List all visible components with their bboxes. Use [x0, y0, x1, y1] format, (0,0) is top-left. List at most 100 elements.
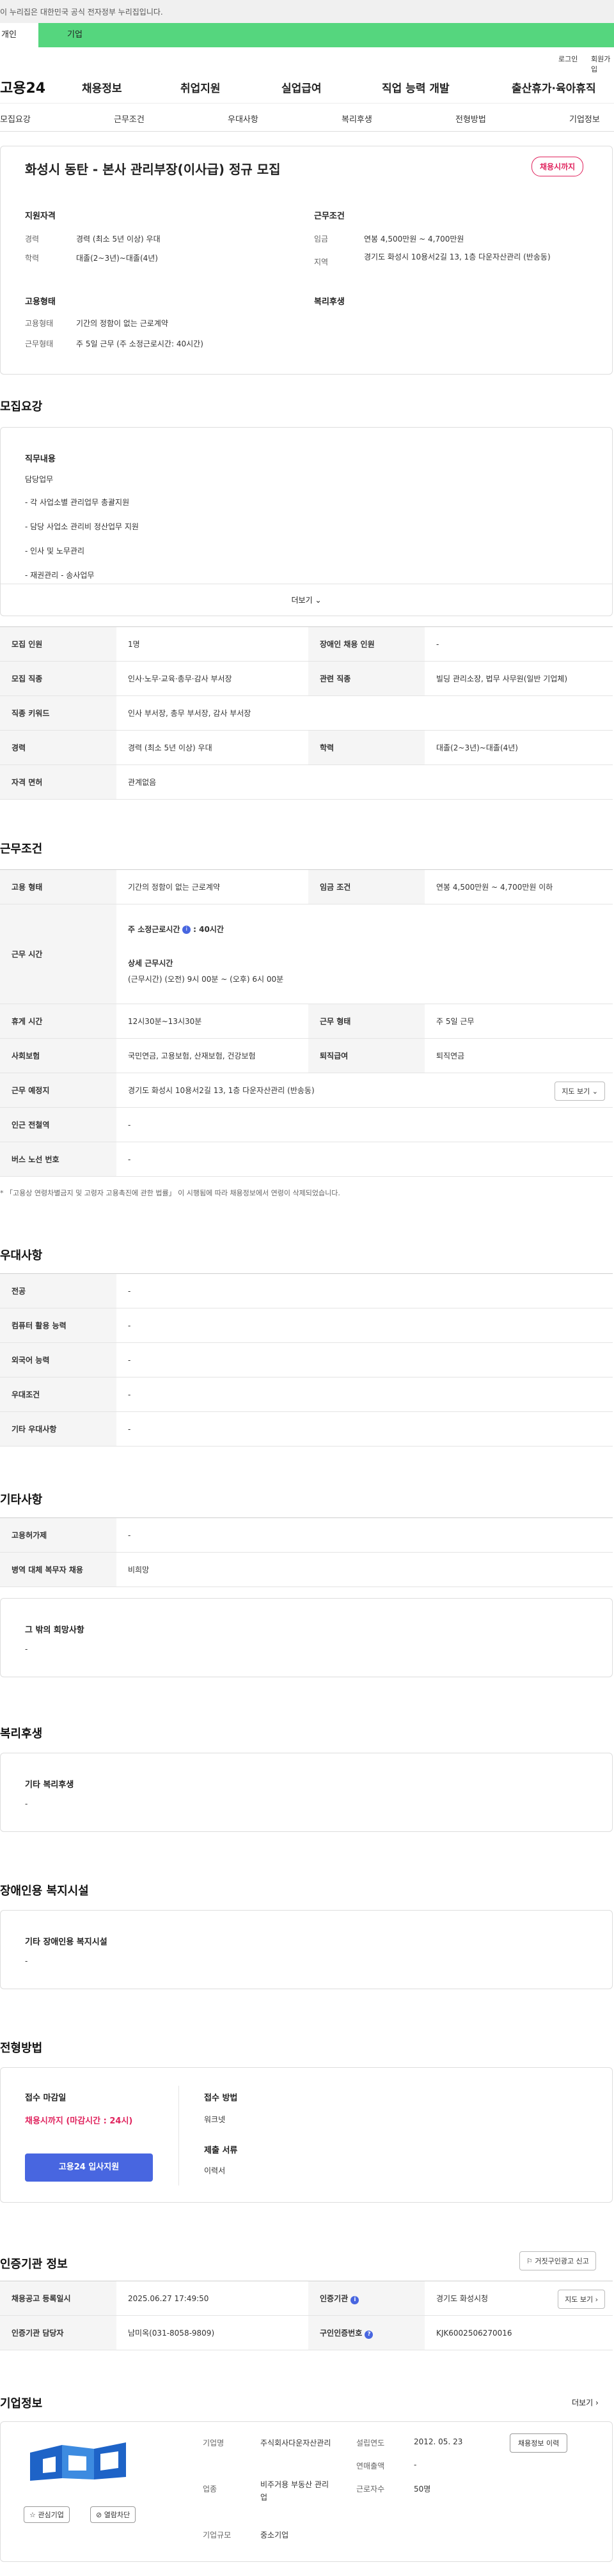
map-button[interactable]: 지도 보기 ⌄ — [555, 1082, 605, 1101]
emp-heading: 고용형태 — [25, 297, 56, 307]
welfare-value: - — [25, 1799, 28, 1808]
fav-company-button[interactable]: ☆ 관심기업 — [24, 2506, 70, 2523]
job-history-button[interactable]: 채용정보 이력 — [510, 2433, 568, 2453]
chevron-right-icon: › — [595, 2295, 598, 2304]
work-type-label: 근무형태 — [25, 339, 54, 348]
cell-value: 퇴직연금 — [425, 1038, 613, 1073]
welfare-heading: 복리후생 — [314, 297, 345, 307]
cell-label: 구인인증번호 ? — [308, 2315, 425, 2350]
tab-welfare[interactable]: 복리후생 — [342, 113, 372, 125]
flag-icon: ⚐ — [526, 2257, 533, 2265]
table-row: 병역 대체 복무자 채용 비희망 — [0, 1552, 613, 1587]
tab-work[interactable]: 근무조건 — [114, 113, 145, 125]
tab-company[interactable]: 기업정보 — [569, 113, 600, 125]
table-row: 고용 형태 기간의 정함이 없는 근로계약 임금 조건 연봉 4,500만원 ~… — [0, 869, 613, 904]
tab-prefer[interactable]: 우대사항 — [228, 113, 258, 125]
tab-process[interactable]: 전형방법 — [455, 113, 486, 125]
gov-notice-bar: 이 누리집은 대한민국 공식 전자정부 누리집입니다. — [0, 0, 614, 23]
tab-personal[interactable]: 개인 — [0, 23, 38, 47]
company-section-title: 기업정보 — [0, 2397, 43, 2410]
gnb-menu-leave[interactable]: 출산휴가·육아휴직 — [512, 79, 596, 95]
cell-value: - — [425, 626, 613, 662]
gnb-menu-training[interactable]: 직업 능력 개발 — [382, 79, 450, 95]
chevron-right-icon: › — [595, 2398, 599, 2407]
job-desc-line: - 각 사업소별 관리업무 총괄지원 — [25, 498, 130, 507]
career-label: 경력 — [25, 235, 40, 244]
gnb-menu-employment-support[interactable]: 취업지원 — [180, 79, 221, 95]
cell-label: 근무 형태 — [308, 1004, 425, 1039]
cell-label: 채용공고 등록일시 — [0, 2281, 116, 2316]
scale-label: 기업규모 — [203, 2531, 232, 2540]
method-heading: 접수 방법 — [204, 2093, 238, 2103]
industry-value: 비주거용 부동산 관리업 — [260, 2480, 329, 2502]
scale-value: 중소기업 — [260, 2531, 289, 2540]
more-button[interactable]: 더보기 ⌄ — [1, 584, 612, 616]
util-links: 로그인 회원가입 — [0, 47, 614, 74]
prefer-section-title: 우대사항 — [0, 1249, 43, 1262]
more-label: 더보기 — [291, 596, 313, 605]
cell-label: 고용허가제 — [0, 1517, 116, 1553]
cell-label: 경력 — [0, 730, 116, 765]
table-row: 외국어 능력 - — [0, 1342, 613, 1377]
table-row: 모집 인원 1명 장애인 채용 인원 - — [0, 626, 613, 662]
place-value: 경기도 화성시 10용서2길 13, 1층 다운자산관리 (반송동) — [128, 1086, 315, 1095]
login-link[interactable]: 로그인 — [558, 54, 578, 64]
table-row: 채용공고 등록일시 2025.06.27 17:49:50 인증기관 i 경기도… — [0, 2281, 613, 2316]
block-icon: ⊘ — [96, 2511, 102, 2519]
cell-label: 장애인 채용 인원 — [308, 626, 425, 662]
recruit-section-title: 모집요강 — [0, 400, 43, 414]
cell-label: 인증기관 담당자 — [0, 2315, 116, 2350]
tab-recruit[interactable]: 모집요강 — [0, 113, 31, 125]
work-section-title: 근무조건 — [0, 842, 43, 856]
work-type-value: 주 5일 근무 (주 소정근로시간: 40시간) — [76, 339, 203, 348]
sales-value: - — [414, 2460, 417, 2469]
cell-label: 컴퓨터 활용 능력 — [0, 1308, 116, 1343]
map-button-label: 지도 보기 — [562, 1087, 590, 1096]
cell-label: 퇴직급여 — [308, 1038, 425, 1073]
info-icon[interactable]: i — [350, 2295, 359, 2304]
table-row: 근무 시간 주 소정근로시간 i : 40시간 상세 근무시간 (근무시간) (… — [0, 904, 613, 1004]
cell-value: 관계없음 — [116, 764, 613, 800]
table-row: 근무 예정지 경기도 화성시 10용서2길 13, 1층 다운자산관리 (반송동… — [0, 1073, 613, 1108]
cell-label: 근무 예정지 — [0, 1073, 116, 1108]
cell-label: 인증기관 i — [308, 2281, 425, 2316]
process-card: 접수 마감일 채용시까지 (마감시간 : 24시) 고용24 입사지원 접수 방… — [0, 2067, 613, 2203]
cell-value: 비희망 — [116, 1552, 613, 1587]
docs-value: 이력서 — [204, 2166, 226, 2175]
report-button[interactable]: ⚐ 거짓구인광고 신고 — [519, 2251, 596, 2270]
gnb-menu-jobs[interactable]: 채용정보 — [82, 79, 122, 95]
cell-label: 모집 직종 — [0, 661, 116, 696]
org-map-button[interactable]: 지도 보기 › — [558, 2290, 605, 2309]
cell-label: 우대조건 — [0, 1377, 116, 1412]
org-value: 경기도 화성시청 — [436, 2294, 489, 2303]
block-company-button[interactable]: ⊘ 열람차단 — [90, 2506, 136, 2523]
career-value: 경력 (최소 5년 이상) 우대 — [76, 235, 161, 244]
founded-label: 설립연도 — [356, 2439, 385, 2448]
apply-button[interactable]: 고용24 입사지원 — [25, 2153, 153, 2182]
cell-value: - — [116, 1411, 613, 1447]
cell-label: 휴게 시간 — [0, 1004, 116, 1039]
cell-value: 경력 (최소 5년 이상) 우대 — [116, 730, 308, 765]
company-name-label: 기업명 — [203, 2439, 224, 2448]
edu-value: 대졸(2~3년)~대졸(4년) — [76, 254, 158, 263]
disabled-section-title: 장애인용 복지시설 — [0, 1884, 89, 1898]
disabled-value: - — [25, 1957, 28, 1966]
cell-label: 전공 — [0, 1273, 116, 1308]
recruit-table: 모집 인원 1명 장애인 채용 인원 - 모집 직종 인사·노무·교육·총무·감… — [0, 626, 613, 800]
info-icon[interactable]: i — [182, 926, 191, 934]
cell-value: 주 5일 근무 — [425, 1004, 613, 1039]
emp-type-label: 고용형태 — [25, 319, 54, 328]
tab-company[interactable]: 기업 — [67, 23, 83, 47]
site-logo[interactable]: 고용24 — [0, 77, 45, 97]
etc-section-title: 기타사항 — [0, 1493, 43, 1507]
table-row: 우대조건 - — [0, 1377, 613, 1412]
table-row: 컴퓨터 활용 능력 - — [0, 1308, 613, 1343]
hours-detail-heading: 상세 근무시간 — [128, 959, 173, 968]
gnb-menu-unemployment-benefit[interactable]: 실업급여 — [281, 79, 322, 95]
cell-value: 1명 — [116, 626, 308, 662]
cell-value: - — [116, 1142, 613, 1177]
company-more-label: 더보기 — [572, 2398, 594, 2407]
status-badge: 채용시까지 — [531, 157, 584, 176]
info-icon[interactable]: ? — [365, 2330, 374, 2339]
company-more-link[interactable]: 더보기 › — [572, 2397, 599, 2408]
